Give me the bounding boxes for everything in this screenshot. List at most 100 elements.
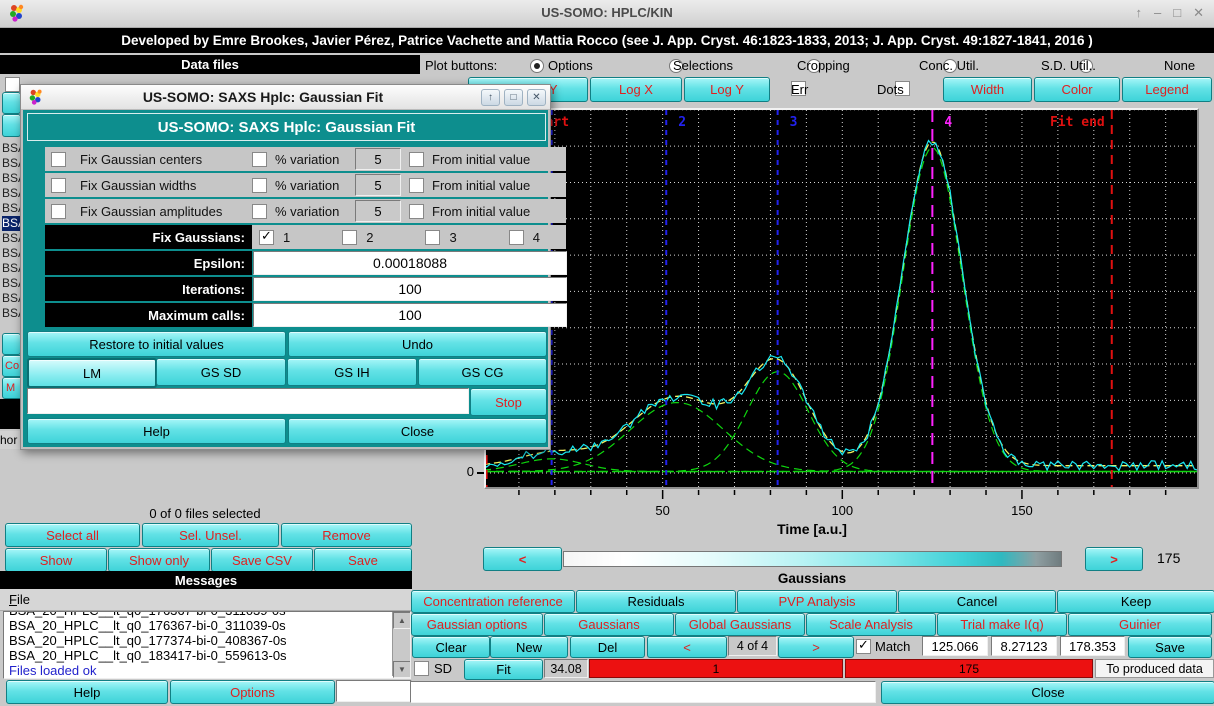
pvp-analysis-button[interactable]: PVP Analysis bbox=[737, 590, 897, 613]
prev-gaussian-button[interactable]: < bbox=[647, 636, 727, 658]
color-button[interactable]: Color bbox=[1034, 77, 1120, 102]
next-gaussian-button[interactable]: > bbox=[778, 636, 854, 658]
fix-gaussian-3-checkbox[interactable] bbox=[425, 230, 440, 245]
fix-widths-pct-value[interactable]: 5 bbox=[355, 174, 401, 196]
remove-button[interactable]: Remove bbox=[281, 523, 412, 547]
gaussian-amplitude-field[interactable]: 178.353 bbox=[1060, 636, 1125, 656]
show-button[interactable]: Show bbox=[5, 548, 107, 572]
clear-button[interactable]: Clear bbox=[412, 636, 490, 658]
epsilon-field[interactable]: 0.00018088 bbox=[253, 251, 567, 275]
file-list-item[interactable]: BSA_20_HPLC__lt bbox=[2, 306, 22, 321]
slider-left-button[interactable]: < bbox=[483, 547, 562, 571]
gaussian-center-field[interactable]: 125.066 bbox=[922, 636, 988, 656]
del-button[interactable]: Del bbox=[570, 636, 645, 658]
gaussian-color-slider[interactable] bbox=[563, 551, 1062, 567]
scroll-up-icon[interactable]: ▲ bbox=[393, 612, 411, 629]
slider-right-button[interactable]: > bbox=[1085, 547, 1143, 571]
restore-initial-values-button[interactable]: Restore to initial values bbox=[27, 331, 286, 357]
file-list-item[interactable]: BSA_20_HPLC__lt bbox=[2, 246, 22, 261]
file-list-item[interactable]: BSA_20_HPLC__lt bbox=[2, 201, 22, 216]
file-list-item[interactable]: BSA_20_HPLC__lt bbox=[2, 261, 22, 276]
fix-amplitudes-from-checkbox[interactable] bbox=[409, 204, 424, 219]
match-checkbox[interactable] bbox=[856, 639, 871, 654]
file-list-item[interactable]: BSA_20_HPLC__lt bbox=[2, 186, 22, 201]
lm-button[interactable]: LM bbox=[27, 358, 157, 388]
maximize-icon[interactable]: □ bbox=[1173, 5, 1181, 21]
fix-gaussian-2-checkbox[interactable] bbox=[342, 230, 357, 245]
hidden-button-fragment-3[interactable] bbox=[2, 333, 21, 355]
dialog-close-button[interactable]: Close bbox=[288, 418, 547, 444]
fix-centers-pct-checkbox[interactable] bbox=[252, 152, 267, 167]
file-list-item[interactable]: BSA_20_HPLC__lt bbox=[2, 156, 22, 171]
select-all-button[interactable]: Select all bbox=[5, 523, 140, 547]
log-y-button[interactable]: Log Y bbox=[684, 77, 770, 102]
guinier-button[interactable]: Guinier bbox=[1068, 613, 1212, 636]
fit-end-field[interactable]: 175 bbox=[845, 659, 1093, 678]
plot-mode-radio-options[interactable] bbox=[530, 59, 544, 73]
max-calls-field[interactable]: 100 bbox=[253, 303, 567, 327]
gaussians-button[interactable]: Gaussians bbox=[544, 613, 674, 636]
file-menu[interactable]: File bbox=[0, 589, 412, 611]
fit-start-field[interactable]: 1 bbox=[589, 659, 843, 678]
file-list-item[interactable]: BSA_20_HPLC__lt bbox=[2, 216, 22, 231]
scale-analysis-button[interactable]: Scale Analysis bbox=[806, 613, 936, 636]
new-button[interactable]: New bbox=[490, 636, 568, 658]
dialog-help-button[interactable]: Help bbox=[27, 418, 286, 444]
show-only-button[interactable]: Show only bbox=[108, 548, 210, 572]
hidden-button-fragment-1[interactable] bbox=[2, 92, 21, 114]
concentration-reference-button[interactable]: Concentration reference bbox=[411, 590, 575, 613]
select-unselect-button[interactable]: Sel. Unsel. bbox=[142, 523, 279, 547]
gs-ih-button[interactable]: GS IH bbox=[287, 358, 417, 386]
file-list-item[interactable]: BSA_20_HPLC__lt bbox=[2, 276, 22, 291]
fix-amplitudes-checkbox[interactable] bbox=[51, 204, 66, 219]
gs-sd-button[interactable]: GS SD bbox=[156, 358, 286, 386]
fix-widths-checkbox[interactable] bbox=[51, 178, 66, 193]
shade-icon[interactable]: ↑ bbox=[1136, 5, 1143, 21]
messages-scrollbar[interactable]: ▲ ▼ bbox=[392, 612, 410, 676]
left-help-button[interactable]: Help bbox=[6, 680, 168, 704]
left-options-button[interactable]: Options bbox=[170, 680, 335, 704]
bottom-close-button[interactable]: Close bbox=[881, 681, 1214, 704]
fix-centers-checkbox[interactable] bbox=[51, 152, 66, 167]
gaussian-width-field[interactable]: 8.27123 bbox=[991, 636, 1057, 656]
fix-centers-from-checkbox[interactable] bbox=[409, 152, 424, 167]
messages-box[interactable]: BSA_20_HPLC__lt_q0_176367-bi-0_311039-0s… bbox=[3, 611, 411, 679]
fix-widths-pct-checkbox[interactable] bbox=[252, 178, 267, 193]
scroll-down-icon[interactable]: ▼ bbox=[393, 661, 411, 678]
stop-button[interactable]: Stop bbox=[470, 388, 547, 416]
fix-amplitudes-pct-checkbox[interactable] bbox=[252, 204, 267, 219]
fix-centers-pct-value[interactable]: 5 bbox=[355, 148, 401, 170]
save-gaussians-button[interactable]: Save bbox=[1128, 636, 1212, 658]
dialog-title-bar[interactable]: US-SOMO: SAXS Hplc: Gaussian Fit ↑ □ ✕ bbox=[21, 85, 550, 110]
sd-checkbox[interactable] bbox=[414, 661, 429, 676]
close-icon[interactable]: ✕ bbox=[1193, 5, 1204, 21]
fix-widths-from-checkbox[interactable] bbox=[409, 178, 424, 193]
dialog-maximize-icon[interactable]: □ bbox=[504, 89, 523, 106]
dialog-shade-icon[interactable]: ↑ bbox=[481, 89, 500, 106]
file-list-item[interactable]: BSA_20_HPLC__lt bbox=[2, 171, 22, 186]
minimize-icon[interactable]: – bbox=[1154, 5, 1161, 21]
file-list-item[interactable]: BSA_20_HPLC__lt bbox=[2, 141, 22, 156]
hidden-checkbox-fragment[interactable] bbox=[5, 77, 20, 92]
width-button[interactable]: Width bbox=[943, 77, 1032, 102]
log-x-button[interactable]: Log X bbox=[590, 77, 682, 102]
file-list-item[interactable]: BSA_20_HPLC__lt bbox=[2, 231, 22, 246]
hidden-button-fragment-2[interactable] bbox=[2, 114, 21, 137]
save-button[interactable]: Save bbox=[314, 548, 412, 572]
undo-button[interactable]: Undo bbox=[288, 331, 547, 357]
fix-amplitudes-pct-value[interactable]: 5 bbox=[355, 200, 401, 222]
fit-button[interactable]: Fit bbox=[464, 659, 543, 680]
file-list[interactable]: BSA_20_HPLC__ltBSA_20_HPLC__ltBSA_20_HPL… bbox=[2, 141, 22, 321]
file-list-item[interactable]: BSA_20_HPLC__lt bbox=[2, 291, 22, 306]
fix-gaussian-1-checkbox[interactable] bbox=[259, 230, 274, 245]
save-csv-button[interactable]: Save CSV bbox=[211, 548, 313, 572]
gaussian-options-button[interactable]: Gaussian options bbox=[411, 613, 543, 636]
plot-canvas[interactable]: Fit start234Fit end bbox=[486, 110, 1197, 487]
keep-button[interactable]: Keep bbox=[1057, 590, 1214, 613]
trial-make-iq-button[interactable]: Trial make I(q) bbox=[937, 613, 1067, 636]
iterations-field[interactable]: 100 bbox=[253, 277, 567, 301]
fix-gaussian-4-checkbox[interactable] bbox=[509, 230, 524, 245]
gs-cg-button[interactable]: GS CG bbox=[418, 358, 547, 386]
legend-button[interactable]: Legend bbox=[1122, 77, 1212, 102]
dialog-close-icon[interactable]: ✕ bbox=[527, 89, 546, 106]
